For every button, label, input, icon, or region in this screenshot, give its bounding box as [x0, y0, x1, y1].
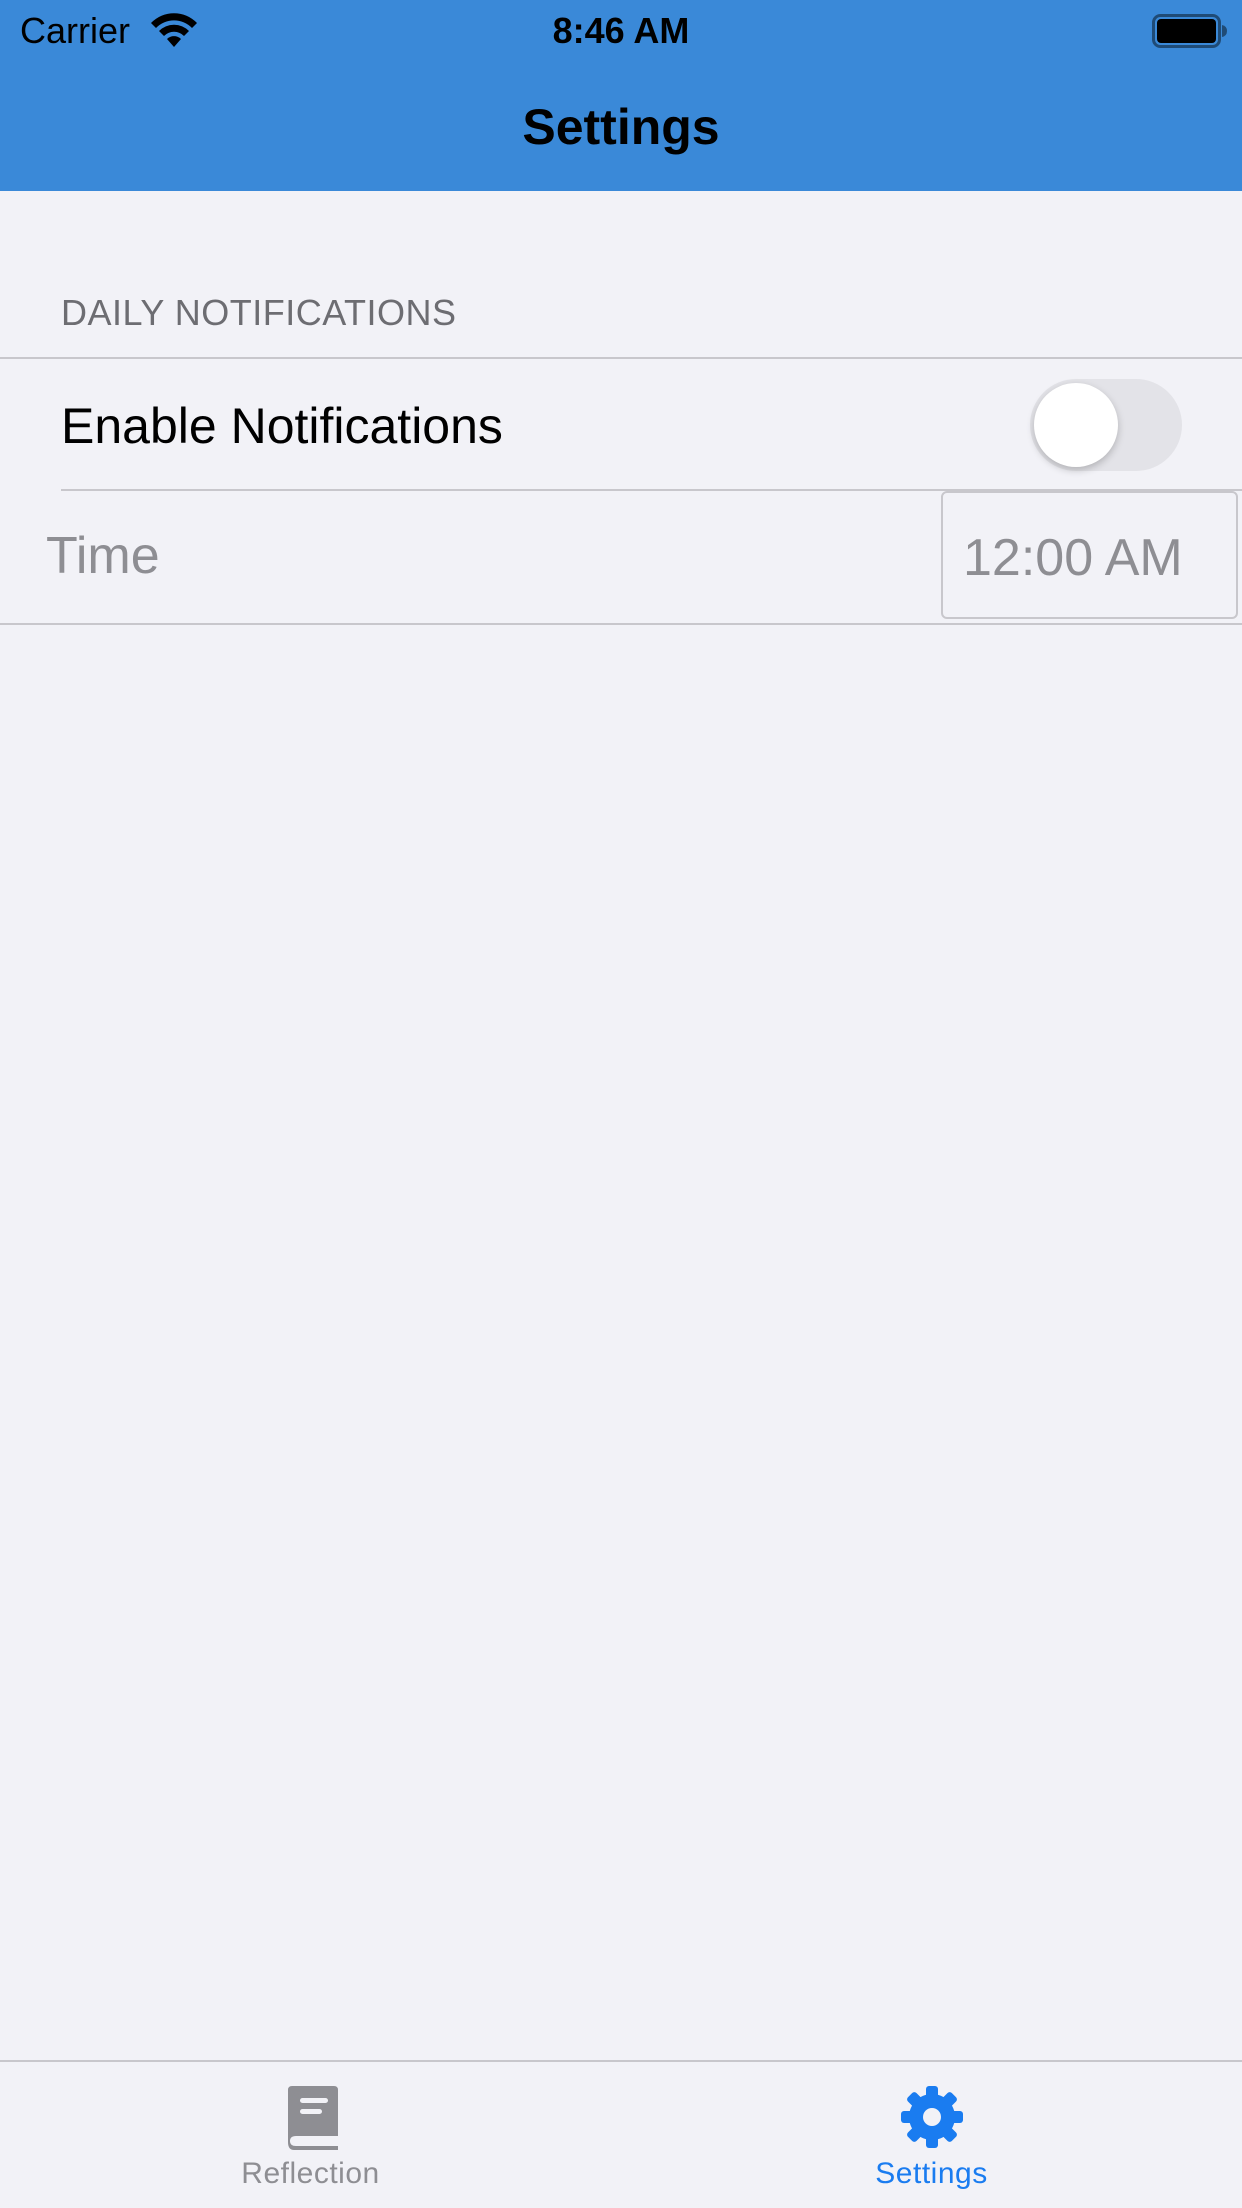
tab-settings[interactable]: Settings: [621, 2062, 1242, 2208]
battery-icon: [1152, 14, 1227, 48]
page-title: Settings: [522, 99, 720, 155]
navigation-header: Carrier 8:46 AM Settings: [0, 0, 1242, 191]
section-header-daily-notifications: DAILY NOTIFICATIONS: [61, 292, 457, 333]
enable-notifications-row: Enable Notifications: [0, 359, 1242, 489]
status-bar: Carrier 8:46 AM: [0, 0, 1242, 62]
book-icon: [288, 2086, 338, 2150]
time-label: Time: [46, 527, 160, 585]
time-row: Time 12:00 AM: [0, 491, 1242, 621]
enable-notifications-toggle[interactable]: [1030, 379, 1182, 471]
status-clock: 8:46 AM: [552, 10, 690, 51]
tab-bar: Reflection Settings: [0, 2060, 1242, 2208]
enable-notifications-label: Enable Notifications: [61, 398, 503, 454]
gear-icon: [901, 2086, 963, 2148]
tab-label-settings: Settings: [875, 2157, 988, 2190]
time-picker-field[interactable]: 12:00 AM: [941, 491, 1238, 619]
tab-reflection[interactable]: Reflection: [0, 2062, 621, 2208]
notifications-settings-group: Enable Notifications Time 12:00 AM: [0, 357, 1242, 625]
tab-label-reflection: Reflection: [241, 2157, 380, 2190]
toggle-knob: [1034, 383, 1118, 467]
time-value: 12:00 AM: [963, 529, 1183, 587]
